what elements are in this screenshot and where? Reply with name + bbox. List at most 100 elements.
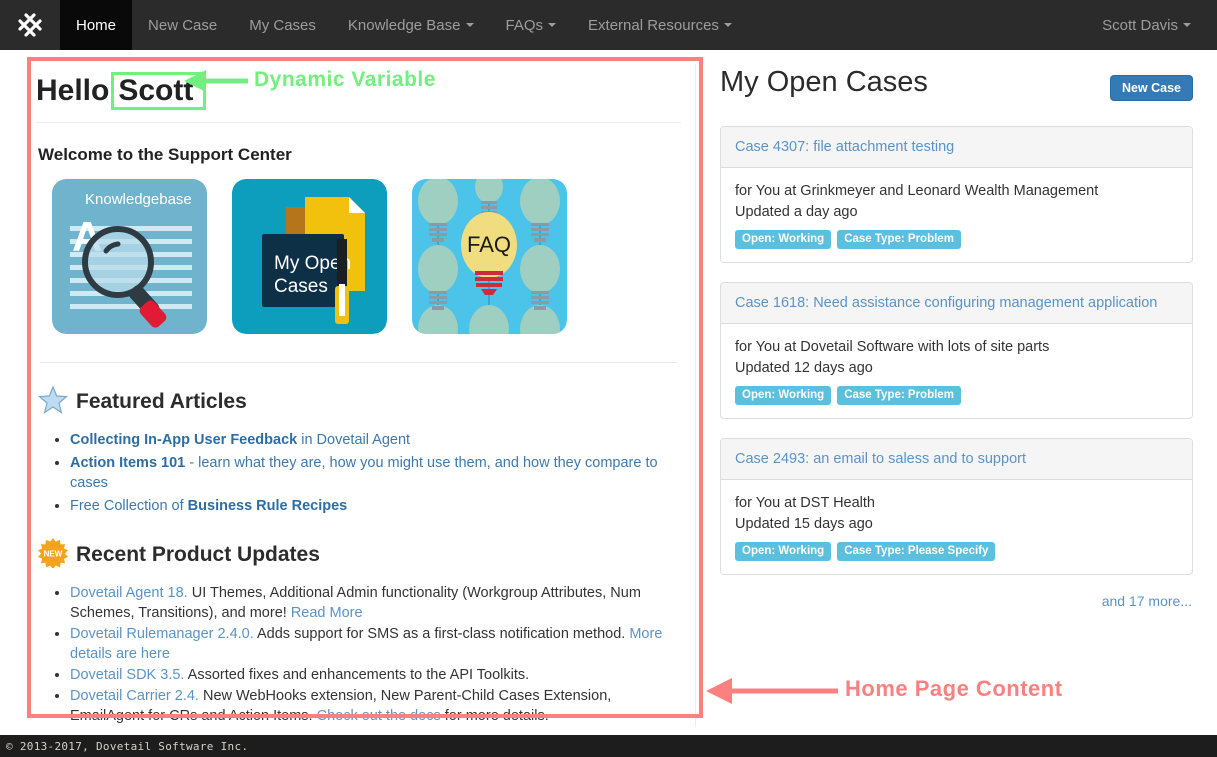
case-title-link[interactable]: Case 2493: an email to saless and to sup… (735, 451, 1026, 467)
status-badge: Open: Working (735, 542, 832, 561)
update-text: Adds support for SMS as a first-class no… (253, 625, 630, 642)
knowledgebase-tile-label: Knowledgebase (85, 191, 192, 208)
chevron-down-icon (465, 23, 474, 27)
featured-articles-section: Featured Articles Collecting In-App User… (36, 384, 681, 516)
chevron-down-icon (548, 23, 557, 27)
new-case-button[interactable]: New Case (1109, 75, 1193, 101)
faq-tile-label: FAQ (467, 232, 511, 257)
status-badge: Open: Working (735, 230, 832, 249)
new-starburst-icon: NEW (38, 537, 68, 573)
list-item: Dovetail Agent 18. UI Themes, Additional… (70, 583, 681, 623)
nav-item-knowledge-base[interactable]: Knowledge Base (332, 0, 490, 50)
list-item: Free Collection of Business Rule Recipes (70, 496, 681, 516)
case-for-line: for You at Dovetail Software with lots o… (735, 339, 1050, 355)
case-card: Case 2493: an email to saless and to sup… (720, 438, 1193, 575)
and-more-link[interactable]: and 17 more... (1102, 593, 1192, 609)
case-card: Case 1618: Need assistance configuring m… (720, 282, 1193, 419)
case-card: Case 4307: file attachment testing for Y… (720, 126, 1193, 263)
dovetail-weave-logo-icon[interactable] (0, 0, 60, 50)
list-item: Dovetail Carrier 2.4. New WebHooks exten… (70, 686, 681, 726)
nav-item-external-resources[interactable]: External Resources (572, 0, 748, 50)
greeting-heading: Hello Scott (36, 64, 681, 123)
case-card-header: Case 2493: an email to saless and to sup… (721, 439, 1192, 480)
faq-tile[interactable]: FAQ (412, 178, 567, 334)
section-title: Recent Product Updates (76, 543, 320, 566)
case-card-header: Case 4307: file attachment testing (721, 127, 1192, 168)
case-for-line: for You at DST Health (735, 495, 875, 511)
update-link[interactable]: Dovetail SDK 3.5. (70, 667, 184, 683)
list-item: Dovetail Rulemanager 2.4.0. Adds support… (70, 624, 681, 664)
list-item: Action Items 101 - learn what they are, … (70, 453, 681, 493)
nav-item-home[interactable]: Home (60, 0, 133, 50)
knowledgebase-tile[interactable]: A Knowledgebase (52, 178, 207, 334)
footer: © 2013-2017, Dovetail Software Inc. (0, 735, 1217, 757)
quick-link-tiles: A Knowledgebase My Open Cases FAQ (52, 178, 681, 334)
update-docs-link[interactable]: Check out the docs (317, 708, 441, 724)
case-badges: Open: Working Case Type: Problem (735, 230, 1178, 249)
update-text: Assorted fixes and enhancements to the A… (184, 666, 530, 683)
case-badges: Open: Working Case Type: Problem (735, 386, 1178, 405)
nav-item-label: FAQs (505, 16, 544, 34)
more-cases-row: and 17 more... (720, 593, 1193, 611)
star-icon (37, 384, 69, 420)
my-open-cases-tile-label-line2: Cases (274, 276, 328, 297)
update-text-tail: for more details. (440, 707, 549, 724)
nav-item-my-cases[interactable]: My Cases (233, 0, 332, 50)
top-navbar: Home New Case My Cases Knowledge Base FA… (0, 0, 1217, 50)
featured-articles-list: Collecting In-App User Feedback in Dovet… (48, 430, 681, 516)
copyright-text: © 2013-2017, Dovetail Software Inc. (6, 739, 249, 753)
case-card-body: for You at DST Health Updated 15 days ag… (721, 480, 1192, 574)
case-type-badge: Case Type: Problem (837, 230, 961, 249)
greeting-dynamic-name: Scott (111, 72, 207, 110)
case-title-link[interactable]: Case 1618: Need assistance configuring m… (735, 295, 1157, 311)
content-divider (40, 361, 677, 363)
case-title-link[interactable]: Case 4307: file attachment testing (735, 139, 954, 155)
article-link[interactable]: Action Items 101 (70, 455, 185, 471)
case-updated-line: Updated a day ago (735, 204, 858, 220)
home-page-content: Hello Scott Welcome to the Support Cente… (36, 64, 696, 727)
case-type-badge: Case Type: Please Specify (837, 542, 996, 561)
page-body: Hello Scott Welcome to the Support Cente… (0, 50, 1217, 757)
nav-item-label: Home (76, 16, 117, 34)
update-link[interactable]: Dovetail Carrier 2.4. (70, 688, 199, 704)
nav-item-new-case[interactable]: New Case (132, 0, 233, 50)
nav-item-label: New Case (148, 16, 218, 34)
nav-item-faqs[interactable]: FAQs (490, 0, 573, 50)
article-link[interactable]: Collecting In-App User Feedback (70, 432, 297, 448)
case-card-body: for You at Grinkmeyer and Leonard Wealth… (721, 168, 1192, 262)
case-card-header: Case 1618: Need assistance configuring m… (721, 283, 1192, 324)
navbar-right-group: Scott Davis (1086, 0, 1217, 50)
case-updated-line: Updated 12 days ago (735, 360, 873, 376)
my-open-cases-header: My Open Cases New Case (720, 64, 1193, 107)
article-text: in Dovetail Agent (297, 431, 411, 448)
recent-updates-heading: NEW Recent Product Updates (38, 537, 681, 573)
svg-text:NEW: NEW (44, 549, 63, 558)
list-item: Collecting In-App User Feedback in Dovet… (70, 430, 681, 450)
case-type-badge: Case Type: Problem (837, 386, 961, 405)
update-link[interactable]: Dovetail Rulemanager 2.4.0. (70, 626, 254, 642)
article-text-pre: Free Collection of (70, 497, 188, 514)
featured-articles-heading: Featured Articles (37, 384, 681, 420)
chevron-down-icon (1183, 23, 1191, 27)
update-readmore-link[interactable]: Read More (291, 605, 363, 621)
my-open-cases-tile[interactable]: My Open Cases (232, 178, 387, 334)
user-name-label: Scott Davis (1102, 16, 1178, 34)
nav-item-label: Knowledge Base (347, 16, 461, 34)
greeting-prefix: Hello (36, 73, 110, 107)
case-card-body: for You at Dovetail Software with lots o… (721, 324, 1192, 418)
recent-product-updates-section: NEW Recent Product Updates Dovetail Agen… (36, 537, 681, 726)
case-badges: Open: Working Case Type: Please Specify (735, 542, 1178, 561)
welcome-subheading: Welcome to the Support Center (38, 144, 292, 164)
update-link[interactable]: Dovetail Agent 18. (70, 585, 188, 601)
recent-updates-list: Dovetail Agent 18. UI Themes, Additional… (48, 583, 681, 726)
chevron-down-icon (723, 23, 732, 27)
content-wrapper: Hello Scott Welcome to the Support Cente… (0, 50, 1217, 727)
case-for-line: for You at Grinkmeyer and Leonard Wealth… (735, 183, 1099, 199)
list-item: Dovetail SDK 3.5. Assorted fixes and enh… (70, 665, 681, 685)
page-title: My Open Cases (720, 66, 928, 98)
article-link[interactable]: Business Rule Recipes (188, 498, 348, 514)
my-open-cases-panel: My Open Cases New Case Case 4307: file a… (696, 64, 1193, 727)
case-updated-line: Updated 15 days ago (735, 516, 873, 532)
section-title: Featured Articles (76, 390, 247, 413)
user-menu[interactable]: Scott Davis (1086, 0, 1217, 50)
